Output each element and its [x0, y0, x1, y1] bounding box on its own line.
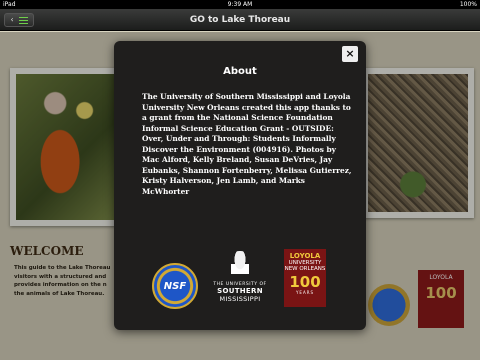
close-button[interactable]: ×: [342, 46, 358, 62]
nsf-logo: NSF: [152, 263, 198, 309]
battery-label: 100%: [459, 1, 477, 8]
about-text: The University of Southern Mississippi a…: [142, 92, 352, 196]
clock: 9:39 AM: [227, 1, 253, 8]
page-title: GO to Lake Thoreau: [189, 15, 291, 25]
status-bar: iPad 9:39 AM 100%: [0, 0, 480, 9]
usm-logo: THE UNIVERSITY OF SOUTHERN MISSISSIPPI: [208, 251, 272, 317]
modal-title: About: [223, 66, 257, 77]
loyola-logo: LOYOLA UNIVERSITY NEW ORLEANS 100 YEARS: [284, 249, 326, 307]
nav-bar: ‹ GO to Lake Thoreau: [0, 9, 480, 31]
dome-icon: [229, 251, 251, 279]
about-modal: × About The University of Southern Missi…: [114, 41, 366, 330]
